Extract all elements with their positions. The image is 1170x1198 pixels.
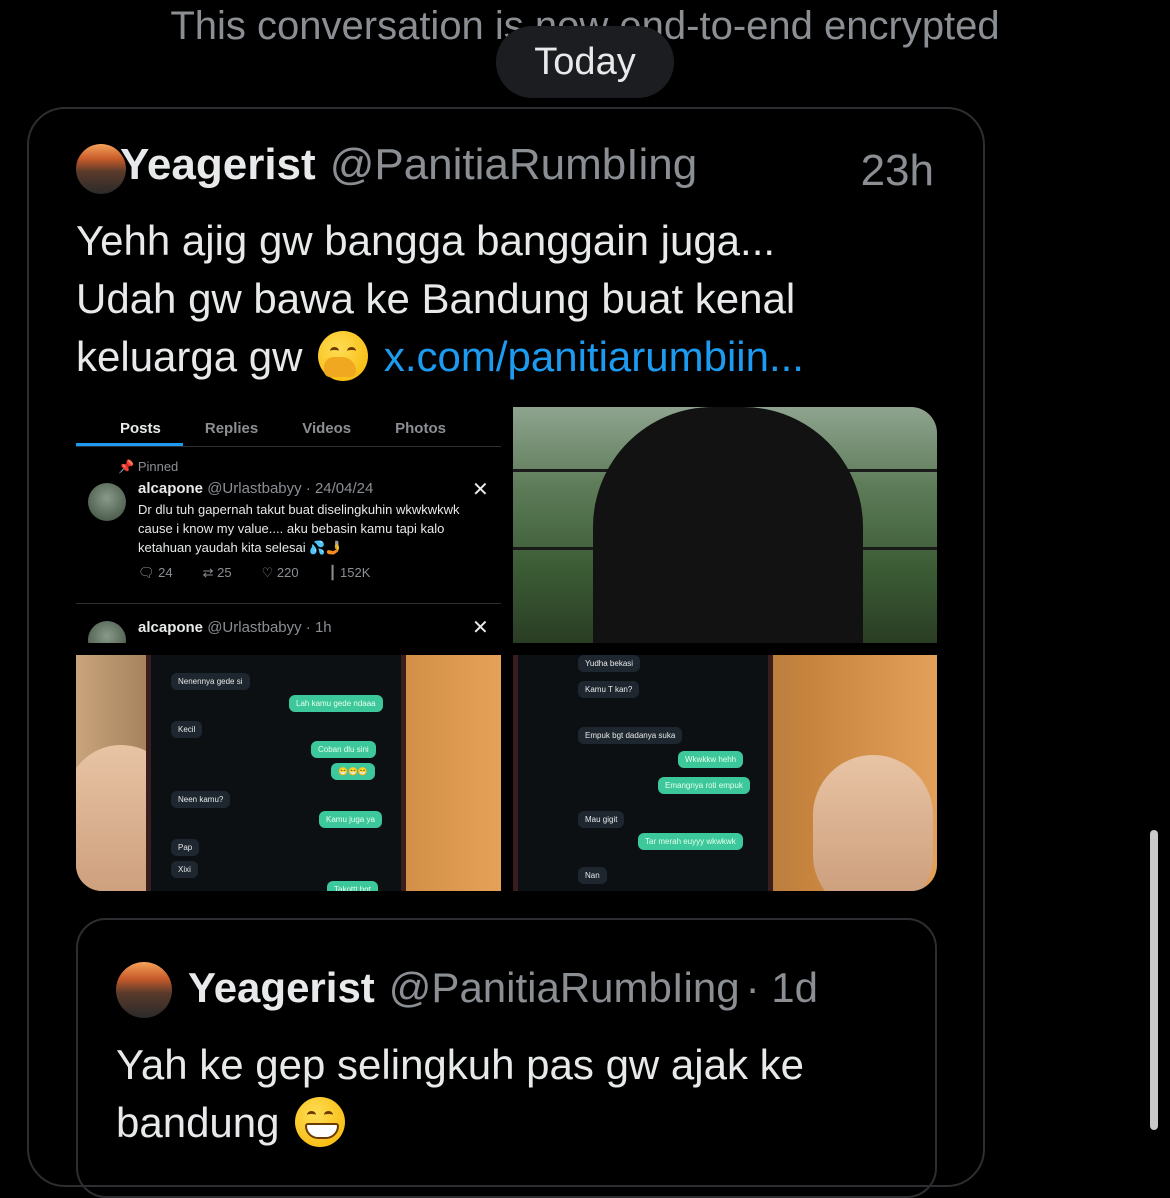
tweet-text-line: Yehh ajig gw bangga banggain juga... bbox=[76, 217, 776, 264]
pinned-label: 📌 Pinned bbox=[118, 459, 178, 475]
tweet-link[interactable]: x.com/panitiarumbiin... bbox=[384, 333, 804, 380]
grinning-face-emoji-icon bbox=[295, 1097, 346, 1147]
phone-screen: Nenennya gede si Lah kamu gede ndaaa Kec… bbox=[146, 655, 406, 891]
reply-count-value: 24 bbox=[158, 565, 173, 580]
chat-bubble: Emangnya roti empuk bbox=[658, 777, 750, 794]
chat-bubble: Kamu T kan? bbox=[578, 681, 640, 698]
scrollbar[interactable] bbox=[1150, 830, 1158, 1130]
mini-tab-videos: Videos bbox=[302, 420, 352, 437]
chat-bubble: Yudha bekasi bbox=[578, 655, 641, 672]
chat-bubble: Nenennya gede si bbox=[171, 673, 250, 690]
divider bbox=[76, 446, 501, 447]
tweet-time: 23h bbox=[860, 146, 934, 195]
chat-bubble: Nan bbox=[578, 867, 607, 884]
mini-post-name: alcapone bbox=[138, 480, 204, 497]
mini-post-text: Dr dlu tuh gapernah takut buat diselingk… bbox=[138, 502, 460, 555]
chat-bubble: Takottt bgt bbox=[327, 881, 378, 891]
quoted-time: · 1d bbox=[745, 964, 818, 1011]
quoted-text-line: Yah ke gep selingkuh pas gw ajak ke bbox=[116, 1041, 804, 1088]
mini-post-stats: 🗨 24 ⇄ 25 ♡ 220 ┃ 152K bbox=[138, 565, 400, 581]
mini-tab-photos: Photos bbox=[395, 420, 446, 437]
quoted-author-row: Yeagerist @PanitiaRumbIing · 1d bbox=[188, 964, 818, 1012]
tweet-text-line: keluarga gw bbox=[76, 333, 303, 380]
mini-avatar bbox=[88, 483, 126, 521]
chat-bubble: Coban dlu sini bbox=[311, 741, 376, 758]
date-divider-pill: Today bbox=[496, 26, 674, 98]
repost-count-value: 25 bbox=[217, 565, 232, 580]
mini-post-handle: @Urlastbabyy · 24/04/24 bbox=[207, 480, 374, 497]
chat-bubble: Tar merah euyyy wkwkwk bbox=[638, 833, 743, 850]
media-screenshot-profile[interactable]: Posts Replies Videos Photos 📌 Pinned alc… bbox=[76, 407, 501, 643]
like-count: ♡ 220 bbox=[261, 565, 299, 580]
mini-tab-posts: Posts bbox=[76, 415, 183, 446]
chat-bubble: 😁😁😁 bbox=[331, 763, 375, 780]
author-handle[interactable]: @PanitiaRumbIing bbox=[330, 140, 698, 190]
view-count-value: 152K bbox=[340, 565, 371, 580]
mini-post-name: alcapone bbox=[138, 619, 204, 636]
media-photo-chat-2[interactable]: Yudha bekasi Kamu T kan? Empuk bgt dadan… bbox=[513, 655, 937, 891]
media-grid[interactable]: Posts Replies Videos Photos 📌 Pinned alc… bbox=[76, 407, 937, 891]
pin-icon: 📌 bbox=[118, 459, 135, 474]
chat-bubble: Pap bbox=[171, 839, 200, 856]
quoted-text: Yah ke gep selingkuh pas gw ajak ke band… bbox=[116, 1036, 916, 1152]
author-name[interactable]: Yeagerist bbox=[120, 140, 316, 190]
x-logo-icon: ✕ bbox=[472, 617, 489, 639]
tweet-text-line: Udah gw bawa ke Bandung buat kenal bbox=[76, 275, 796, 322]
media-photo-chat-1[interactable]: Nenennya gede si Lah kamu gede ndaaa Kec… bbox=[76, 655, 501, 891]
chat-bubble: Empuk bgt dadanya suka bbox=[578, 727, 683, 744]
x-logo-icon: ✕ bbox=[472, 479, 489, 501]
mini-post-author: alcapone @Urlastbabyy · 24/04/24 bbox=[138, 480, 373, 497]
mini-post-author: alcapone @Urlastbabyy · 1h bbox=[138, 619, 332, 636]
chat-bubble: Neen kamu? bbox=[171, 791, 231, 808]
mini-tab-replies: Replies bbox=[204, 420, 259, 437]
reply-count: 🗨 24 bbox=[138, 565, 173, 580]
quoted-author-avatar[interactable] bbox=[116, 962, 172, 1018]
chat-bubble: Mau gigit bbox=[578, 811, 625, 828]
pinned-text: Pinned bbox=[137, 459, 179, 474]
person-silhouette bbox=[593, 407, 863, 643]
divider bbox=[76, 603, 501, 604]
mini-tab-bar: Posts Replies Videos Photos bbox=[76, 415, 501, 446]
like-count-value: 220 bbox=[276, 565, 299, 580]
yawning-face-emoji-icon bbox=[318, 331, 369, 381]
hand bbox=[813, 755, 933, 891]
phone-screen: Yudha bekasi Kamu T kan? Empuk bgt dadan… bbox=[513, 655, 773, 891]
quoted-tweet-card[interactable]: Yeagerist @PanitiaRumbIing · 1d Yah ke g… bbox=[76, 918, 937, 1198]
chat-bubble: Kecil bbox=[171, 721, 203, 738]
quoted-author-name[interactable]: Yeagerist bbox=[188, 964, 375, 1012]
mini-avatar bbox=[88, 621, 126, 643]
chat-bubble: Xixi bbox=[171, 861, 198, 878]
chat-bubble: Lah kamu gede ndaaa bbox=[289, 695, 383, 712]
author-avatar[interactable] bbox=[76, 144, 126, 194]
view-count: ┃ 152K bbox=[328, 565, 371, 580]
repost-count: ⇄ 25 bbox=[202, 565, 232, 580]
tweet-text: Yehh ajig gw bangga banggain juga... Uda… bbox=[76, 212, 936, 386]
mini-post-handle: @Urlastbabyy · 1h bbox=[207, 619, 332, 636]
chat-bubble: Wkwkkw hehh bbox=[678, 751, 744, 768]
quoted-author-handle[interactable]: @PanitiaRumbIing bbox=[389, 964, 740, 1012]
chat-bubble: Kamu juga ya bbox=[319, 811, 382, 828]
author-row: Yeagerist @PanitiaRumbIing bbox=[120, 140, 697, 190]
quoted-text-line: bandung bbox=[116, 1099, 280, 1146]
media-photo-person[interactable] bbox=[513, 407, 937, 643]
